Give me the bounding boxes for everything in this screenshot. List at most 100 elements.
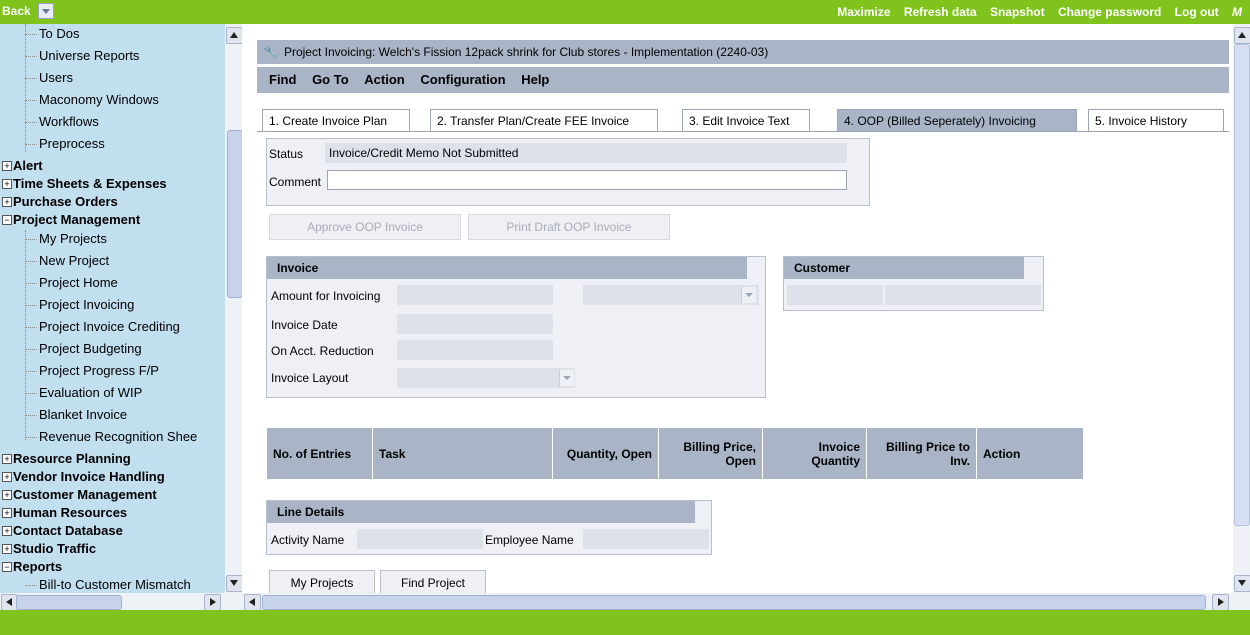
scroll-up-icon[interactable] bbox=[226, 27, 243, 44]
tab-divider bbox=[257, 131, 1229, 132]
chevron-down-icon[interactable] bbox=[741, 287, 756, 303]
menu-go-to[interactable]: Go To bbox=[312, 72, 349, 87]
tree-item-to-dos[interactable]: To Dos bbox=[22, 24, 79, 44]
tab-edit-invoice-text[interactable]: 3. Edit Invoice Text bbox=[682, 109, 810, 131]
expand-icon[interactable]: + bbox=[2, 526, 12, 536]
tree-group-studio-traffic[interactable]: + Studio Traffic bbox=[2, 539, 96, 559]
maximize-link[interactable]: Maximize bbox=[837, 5, 890, 19]
expand-icon[interactable]: + bbox=[2, 197, 12, 207]
column-task[interactable]: Task bbox=[373, 428, 553, 479]
tree-vertical-scrollbar[interactable] bbox=[225, 24, 242, 593]
tab-oop-invoicing[interactable]: 4. OOP (Billed Seperately) Invoicing bbox=[837, 109, 1077, 131]
tree-group-reports[interactable]: − Reports bbox=[2, 557, 62, 577]
menu-action[interactable]: Action bbox=[364, 72, 404, 87]
column-billing-price-open[interactable]: Billing Price, Open bbox=[659, 428, 763, 479]
print-draft-oop-invoice-button[interactable]: Print Draft OOP Invoice bbox=[468, 214, 670, 240]
tree-group-resource-planning[interactable]: + Resource Planning bbox=[2, 449, 131, 469]
tree-item-universe-reports[interactable]: Universe Reports bbox=[22, 46, 139, 66]
currency-select[interactable] bbox=[583, 285, 759, 305]
tree-item-maconomy-windows[interactable]: Maconomy Windows bbox=[22, 90, 159, 110]
change-password-link[interactable]: Change password bbox=[1058, 5, 1161, 19]
customer-panel-title: Customer bbox=[784, 257, 1024, 279]
reduction-field[interactable] bbox=[397, 340, 553, 360]
tree-item-blanket-invoice[interactable]: Blanket Invoice bbox=[22, 405, 127, 425]
invoice-layout-label: Invoice Layout bbox=[271, 371, 349, 385]
tree-item-evaluation-of-wip[interactable]: Evaluation of WIP bbox=[22, 383, 142, 403]
column-invoice-quantity[interactable]: Invoice Quantity bbox=[763, 428, 867, 479]
collapse-icon[interactable]: − bbox=[2, 562, 12, 572]
menu-find[interactable]: Find bbox=[269, 72, 296, 87]
chevron-down-icon[interactable] bbox=[559, 370, 574, 386]
expand-icon[interactable]: + bbox=[2, 179, 12, 189]
back-button[interactable]: Back bbox=[2, 4, 31, 18]
scroll-up-icon[interactable] bbox=[1234, 27, 1250, 44]
tree-item-preprocess[interactable]: Preprocess bbox=[22, 134, 105, 154]
tree-group-label: Project Management bbox=[13, 212, 141, 227]
tab-create-invoice-plan[interactable]: 1. Create Invoice Plan bbox=[262, 109, 410, 131]
tree-group-alert[interactable]: + Alert bbox=[2, 156, 43, 176]
main-scroll-thumb[interactable] bbox=[1234, 44, 1250, 526]
tab-invoice-history[interactable]: 5. Invoice History bbox=[1088, 109, 1224, 131]
expand-icon[interactable]: + bbox=[2, 472, 12, 482]
column-quantity-open[interactable]: Quantity, Open bbox=[553, 428, 659, 479]
tree-item-workflows[interactable]: Workflows bbox=[22, 112, 99, 132]
tree-group-contact-database[interactable]: + Contact Database bbox=[2, 521, 123, 541]
tree-item-users[interactable]: Users bbox=[22, 68, 73, 88]
tree-group-project-management[interactable]: − Project Management bbox=[2, 210, 140, 230]
customer-number-field bbox=[787, 285, 883, 305]
expand-icon[interactable]: + bbox=[2, 161, 12, 171]
tree-group-vendor-invoice-handling[interactable]: + Vendor Invoice Handling bbox=[2, 467, 165, 487]
menu-help[interactable]: Help bbox=[521, 72, 549, 87]
tree-group-label: Studio Traffic bbox=[13, 541, 97, 556]
invoice-date-field[interactable] bbox=[397, 314, 553, 334]
snapshot-link[interactable]: Snapshot bbox=[990, 5, 1045, 19]
bottom-bar bbox=[0, 610, 1250, 635]
tab-transfer-plan[interactable]: 2. Transfer Plan/Create FEE Invoice bbox=[430, 109, 658, 131]
log-out-link[interactable]: Log out bbox=[1175, 5, 1219, 19]
comment-input[interactable] bbox=[327, 170, 847, 190]
tree-group-time-sheets[interactable]: + Time Sheets & Expenses bbox=[2, 174, 167, 194]
menu-configuration[interactable]: Configuration bbox=[420, 72, 505, 87]
back-dropdown-icon[interactable] bbox=[38, 3, 54, 19]
amount-field[interactable] bbox=[397, 285, 553, 305]
expand-icon[interactable]: + bbox=[2, 544, 12, 554]
tree-item-project-invoice-crediting[interactable]: Project Invoice Crediting bbox=[22, 317, 180, 337]
tree-item-revenue-recognition[interactable]: Revenue Recognition Shee bbox=[22, 427, 197, 447]
invoice-layout-select[interactable] bbox=[397, 368, 575, 388]
tree-item-project-budgeting[interactable]: Project Budgeting bbox=[22, 339, 142, 359]
tree-group-label: Human Resources bbox=[13, 505, 128, 520]
tree-group-label: Contact Database bbox=[13, 523, 123, 538]
tree-item-bill-to-customer-mismatch[interactable]: Bill-to Customer Mismatch bbox=[22, 575, 191, 593]
tree-group-human-resources[interactable]: + Human Resources bbox=[2, 503, 127, 523]
tree-scroll-thumb[interactable] bbox=[227, 130, 243, 298]
approve-oop-invoice-button[interactable]: Approve OOP Invoice bbox=[269, 214, 461, 240]
tree-item-project-invoicing[interactable]: Project Invoicing bbox=[22, 295, 134, 315]
window-title-bar: 🔧 Project Invoicing: Welch's Fission 12pa… bbox=[257, 40, 1229, 64]
scroll-right-icon[interactable] bbox=[1212, 594, 1229, 611]
customer-panel: Customer bbox=[783, 256, 1044, 311]
scroll-down-icon[interactable] bbox=[1234, 575, 1250, 592]
scroll-left-icon[interactable] bbox=[244, 594, 261, 611]
expand-icon[interactable]: + bbox=[2, 490, 12, 500]
main-hscroll-thumb[interactable] bbox=[262, 595, 1206, 610]
tree-item-my-projects[interactable]: My Projects bbox=[22, 229, 107, 249]
scroll-right-icon[interactable] bbox=[204, 594, 221, 611]
status-label: Status bbox=[269, 147, 304, 161]
tree-item-project-progress[interactable]: Project Progress F/P bbox=[22, 361, 159, 381]
scroll-down-icon[interactable] bbox=[226, 575, 243, 592]
expand-icon[interactable]: + bbox=[2, 508, 12, 518]
expand-icon[interactable]: + bbox=[2, 454, 12, 464]
tree-group-customer-management[interactable]: + Customer Management bbox=[2, 485, 157, 505]
tree-item-new-project[interactable]: New Project bbox=[22, 251, 109, 271]
column-no-of-entries[interactable]: No. of Entries bbox=[267, 428, 373, 479]
tree-item-project-home[interactable]: Project Home bbox=[22, 273, 118, 293]
tree-hscroll-thumb[interactable] bbox=[16, 595, 122, 610]
column-billing-price-to-inv[interactable]: Billing Price to Inv. bbox=[867, 428, 977, 479]
invoice-date-label: Invoice Date bbox=[271, 318, 338, 332]
collapse-icon[interactable]: − bbox=[2, 215, 12, 225]
column-action[interactable]: Action bbox=[977, 428, 1083, 479]
tree-group-purchase-orders[interactable]: + Purchase Orders bbox=[2, 192, 118, 212]
refresh-data-link[interactable]: Refresh data bbox=[904, 5, 977, 19]
invoice-panel: Invoice Amount for Invoicing Invoice Dat… bbox=[266, 256, 766, 398]
tree-group-label: Vendor Invoice Handling bbox=[13, 469, 165, 484]
